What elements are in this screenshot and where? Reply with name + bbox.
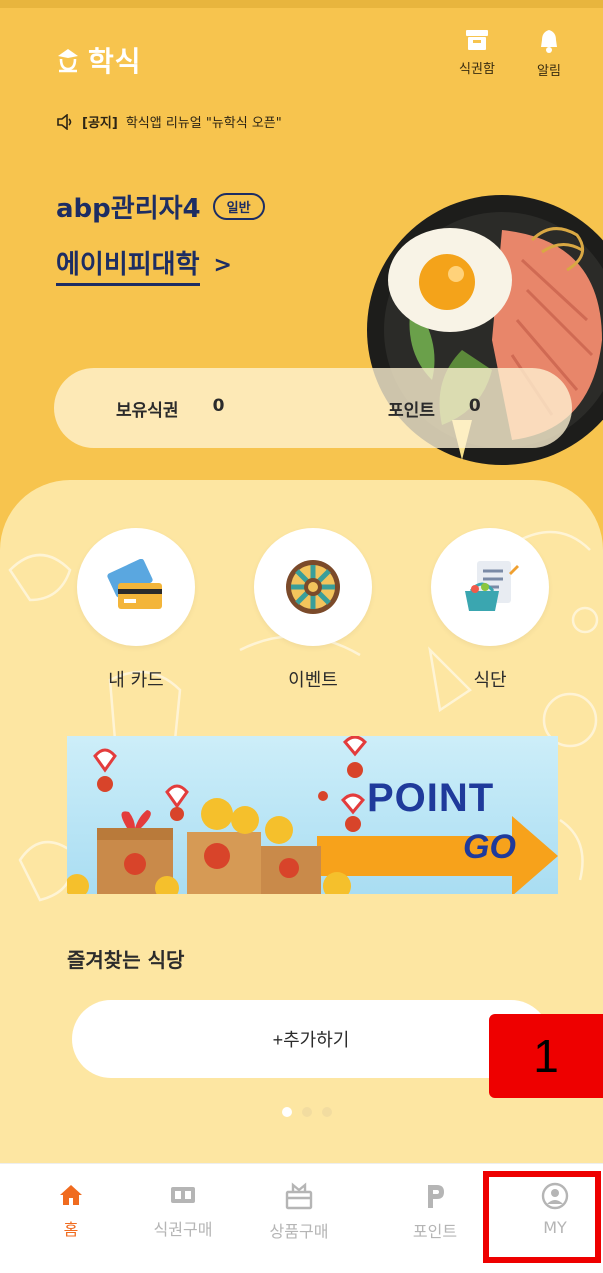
point-go-banner[interactable]: POINT GO (67, 736, 558, 894)
user-name: abp관리자4 (56, 194, 201, 224)
nav-my[interactable]: MY (500, 1182, 603, 1237)
banner-point-text: POINT (367, 776, 495, 820)
quick-menu-meal-plan[interactable]: 식단 (430, 528, 550, 692)
credit-card-icon (107, 559, 162, 609)
bell-icon (541, 30, 557, 53)
user-profile-icon (541, 1182, 569, 1210)
app-title: 학식 (88, 45, 142, 78)
notice-text: 학식앱 리뉴얼 "뉴학식 오픈" (125, 116, 282, 131)
app-logo: 학식 (56, 40, 142, 80)
speaker-icon (57, 113, 72, 130)
bottom-navigation: 홈 식권구매 상품구매 포인트 MY (0, 1163, 603, 1273)
nav-my-label: MY (543, 1218, 567, 1237)
user-info: abp관리자4 일반 (56, 188, 265, 225)
meal-plan-label: 식단 (473, 670, 507, 691)
pagination-dot[interactable] (322, 1107, 332, 1117)
tickets-balance[interactable]: 보유식권 0 (116, 396, 224, 421)
my-card-circle (77, 528, 195, 646)
university-link[interactable]: 에이비피대학 > (56, 244, 232, 286)
carousel-pagination (282, 1107, 332, 1117)
points-label: 포인트 (388, 401, 435, 421)
home-icon (60, 1185, 82, 1205)
notice-tag: [공지] (82, 116, 118, 131)
quick-menu-event[interactable]: 이벤트 (253, 528, 373, 692)
pagination-dot-active[interactable] (282, 1107, 292, 1117)
school-cap-logo-icon (58, 49, 78, 73)
nav-points[interactable]: 포인트 (380, 1182, 490, 1242)
nav-product-purchase[interactable]: 상품구매 (244, 1182, 354, 1242)
roulette-wheel-icon (286, 560, 340, 614)
notifications-button[interactable]: 알림 (518, 28, 580, 79)
quick-menu-my-card[interactable]: 내 카드 (76, 528, 196, 692)
chevron-right-icon: > (213, 252, 232, 278)
my-card-label: 내 카드 (108, 670, 164, 691)
step-annotation-label: 1 (489, 1014, 603, 1098)
points-value: 0 (468, 396, 481, 416)
event-label: 이벤트 (288, 670, 338, 691)
event-circle (254, 528, 372, 646)
nav-ticket-purchase-label: 식권구매 (153, 1220, 213, 1239)
nav-ticket-purchase[interactable]: 식권구매 (128, 1182, 238, 1240)
nav-home-label: 홈 (63, 1220, 79, 1239)
points-balance[interactable]: 포인트 0 (388, 396, 481, 421)
balance-summary: 보유식권 0 포인트 0 (54, 368, 572, 448)
meal-plan-circle (431, 528, 549, 646)
university-name: 에이비피대학 (56, 244, 200, 286)
notice-banner[interactable]: [공지] 학식앱 리뉴얼 "뉴학식 오픈" (56, 112, 282, 131)
favorites-title: 즐겨찾는 식당 (67, 948, 185, 972)
ticket-box-icon (466, 30, 488, 50)
ticket-icon (171, 1187, 195, 1203)
point-p-icon (428, 1185, 444, 1208)
tickets-value: 0 (212, 396, 225, 416)
ticket-wallet-button[interactable]: 식권함 (446, 28, 508, 77)
app-header: 학식 식권함 알림 (0, 20, 603, 100)
status-bar-strip (0, 0, 603, 8)
gift-box-icon (285, 1182, 313, 1210)
tickets-label: 보유식권 (116, 401, 179, 421)
nav-points-label: 포인트 (412, 1222, 458, 1241)
add-favorite-button[interactable]: +추가하기 (72, 1000, 550, 1078)
home-screen: 학식 식권함 알림 [공지] 학식앱 리뉴얼 "뉴학식 오픈" abp관리자4 (0, 0, 603, 1273)
ticket-wallet-label: 식권함 (459, 62, 495, 77)
meal-plan-checklist-icon (465, 561, 519, 611)
user-grade-badge: 일반 (212, 193, 265, 220)
notifications-label: 알림 (537, 64, 561, 79)
nav-home[interactable]: 홈 (16, 1182, 126, 1240)
banner-go-text: GO (463, 828, 516, 866)
pagination-dot[interactable] (302, 1107, 312, 1117)
nav-product-purchase-label: 상품구매 (269, 1222, 329, 1241)
